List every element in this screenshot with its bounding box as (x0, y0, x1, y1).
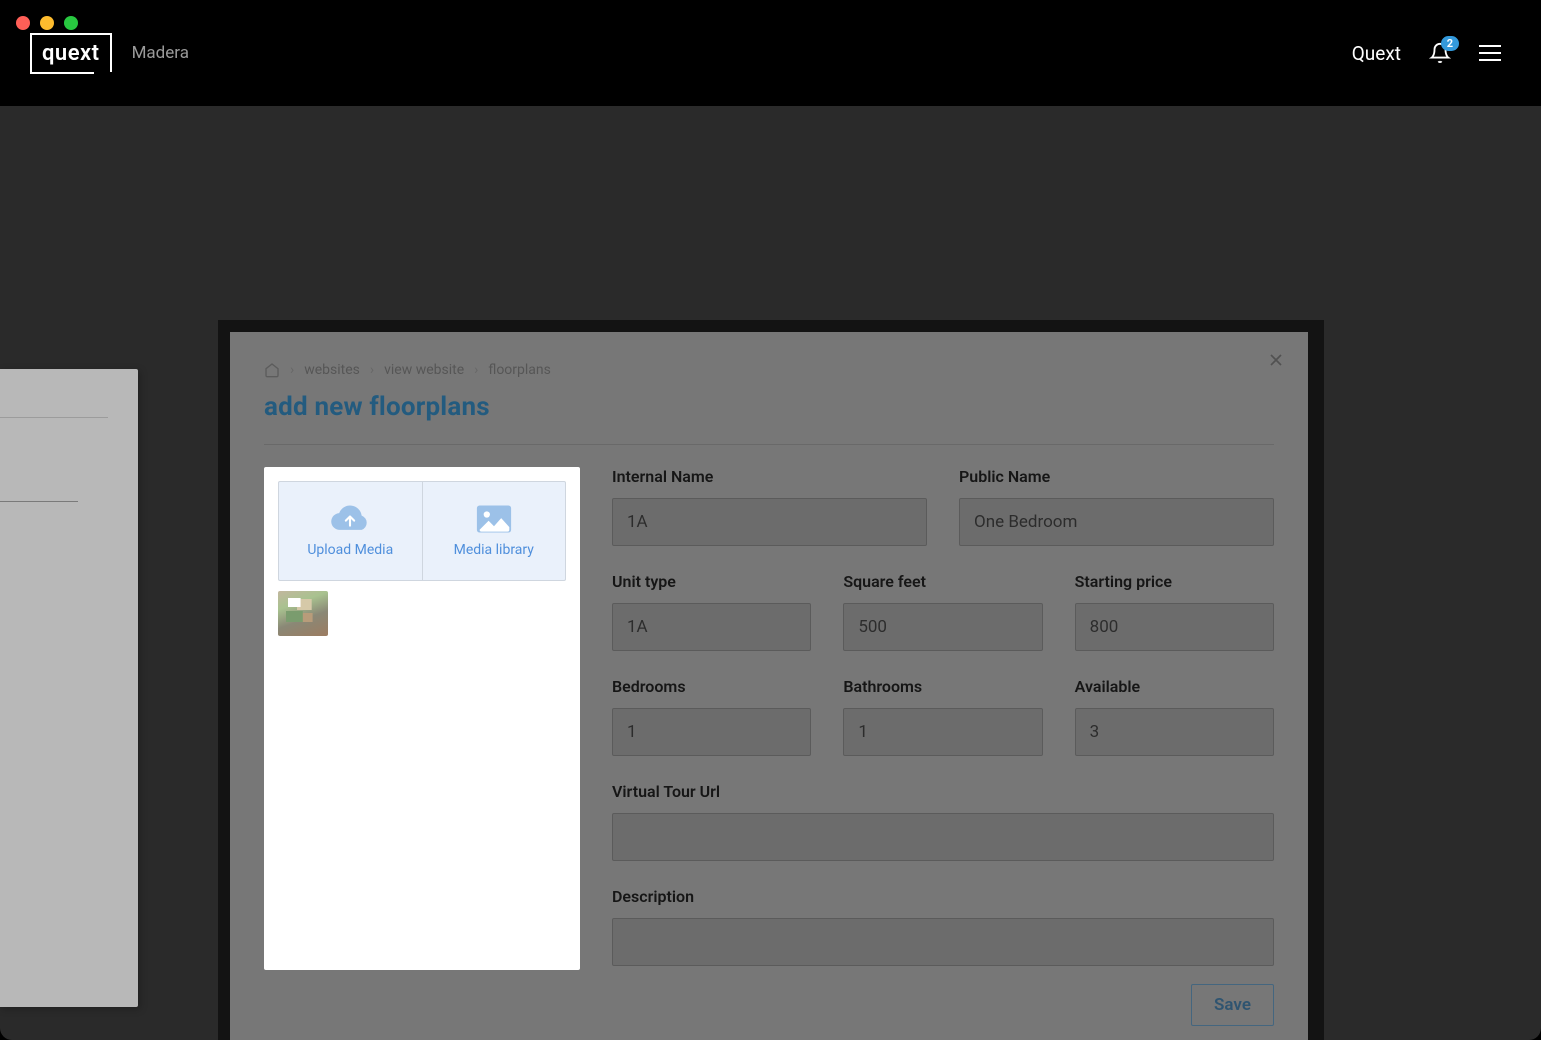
media-panel: Upload Media Media library (264, 467, 580, 970)
save-button[interactable]: Save (1191, 984, 1274, 1026)
add-floorplan-modal: › websites › view website › floorplans a… (230, 332, 1308, 1040)
bathrooms-label: Bathrooms (843, 677, 1042, 696)
community-name: Madera (132, 43, 189, 63)
bedrooms-input[interactable] (612, 708, 811, 756)
brand-logo[interactable]: quext (30, 33, 112, 74)
breadcrumb-floorplans[interactable]: floorplans (488, 362, 551, 378)
app-window: quext Madera Quext 2 › (0, 0, 1541, 1040)
internal-name-field: Internal Name (612, 467, 927, 546)
floorplan-thumbnail[interactable] (278, 591, 328, 636)
upload-media-label: Upload Media (307, 542, 393, 558)
unit-type-input[interactable] (612, 603, 811, 651)
breadcrumb-websites[interactable]: websites (304, 362, 360, 378)
media-library-label: Media library (454, 542, 534, 558)
virtual-tour-input[interactable] (612, 813, 1274, 861)
topbar: quext Madera Quext 2 (0, 0, 1541, 106)
close-button[interactable] (1266, 350, 1286, 370)
chevron-right-icon: › (290, 362, 294, 378)
background-panel (0, 369, 138, 1007)
media-picker: Upload Media Media library (278, 481, 566, 581)
cloud-upload-icon (330, 504, 370, 534)
hamburger-icon (1479, 45, 1501, 47)
square-feet-label: Square feet (843, 572, 1042, 591)
bedrooms-label: Bedrooms (612, 677, 811, 696)
home-icon[interactable] (264, 362, 280, 378)
bedrooms-field: Bedrooms (612, 677, 811, 756)
modal-body: Upload Media Media library Internal Name (264, 467, 1274, 970)
unit-type-label: Unit type (612, 572, 811, 591)
image-icon (476, 504, 512, 534)
starting-price-input[interactable] (1075, 603, 1274, 651)
bathrooms-input[interactable] (843, 708, 1042, 756)
description-input[interactable] (612, 918, 1274, 966)
notification-badge: 2 (1441, 36, 1459, 51)
divider (264, 444, 1274, 445)
modal-title: add new floorplans (264, 392, 1274, 422)
available-input[interactable] (1075, 708, 1274, 756)
bathrooms-field: Bathrooms (843, 677, 1042, 756)
available-label: Available (1075, 677, 1274, 696)
chevron-right-icon: › (370, 362, 374, 378)
chevron-right-icon: › (474, 362, 478, 378)
internal-name-label: Internal Name (612, 467, 927, 486)
menu-button[interactable] (1479, 45, 1501, 61)
topbar-actions: Quext 2 (1352, 42, 1501, 65)
brand-block: quext Madera (30, 33, 189, 74)
starting-price-field: Starting price (1075, 572, 1274, 651)
media-library-button[interactable]: Media library (422, 482, 566, 580)
current-user[interactable]: Quext (1352, 42, 1401, 65)
modal-backdrop: › websites › view website › floorplans a… (218, 320, 1324, 1040)
virtual-tour-field: Virtual Tour Url (612, 782, 1274, 861)
notifications-button[interactable]: 2 (1429, 42, 1451, 64)
description-field: Description (612, 887, 1274, 970)
public-name-input[interactable] (959, 498, 1274, 546)
internal-name-input[interactable] (612, 498, 927, 546)
description-label: Description (612, 887, 1274, 906)
square-feet-field: Square feet (843, 572, 1042, 651)
virtual-tour-label: Virtual Tour Url (612, 782, 1274, 801)
public-name-field: Public Name (959, 467, 1274, 546)
floorplan-form: Internal Name Public Name Unit type (612, 467, 1274, 970)
breadcrumb-view-website[interactable]: view website (384, 362, 464, 378)
starting-price-label: Starting price (1075, 572, 1274, 591)
upload-media-button[interactable]: Upload Media (279, 482, 422, 580)
breadcrumb: › websites › view website › floorplans (264, 362, 1274, 378)
public-name-label: Public Name (959, 467, 1274, 486)
close-icon (1266, 350, 1286, 370)
unit-type-field: Unit type (612, 572, 811, 651)
square-feet-input[interactable] (843, 603, 1042, 651)
available-field: Available (1075, 677, 1274, 756)
content-area: › websites › view website › floorplans a… (0, 106, 1541, 1040)
